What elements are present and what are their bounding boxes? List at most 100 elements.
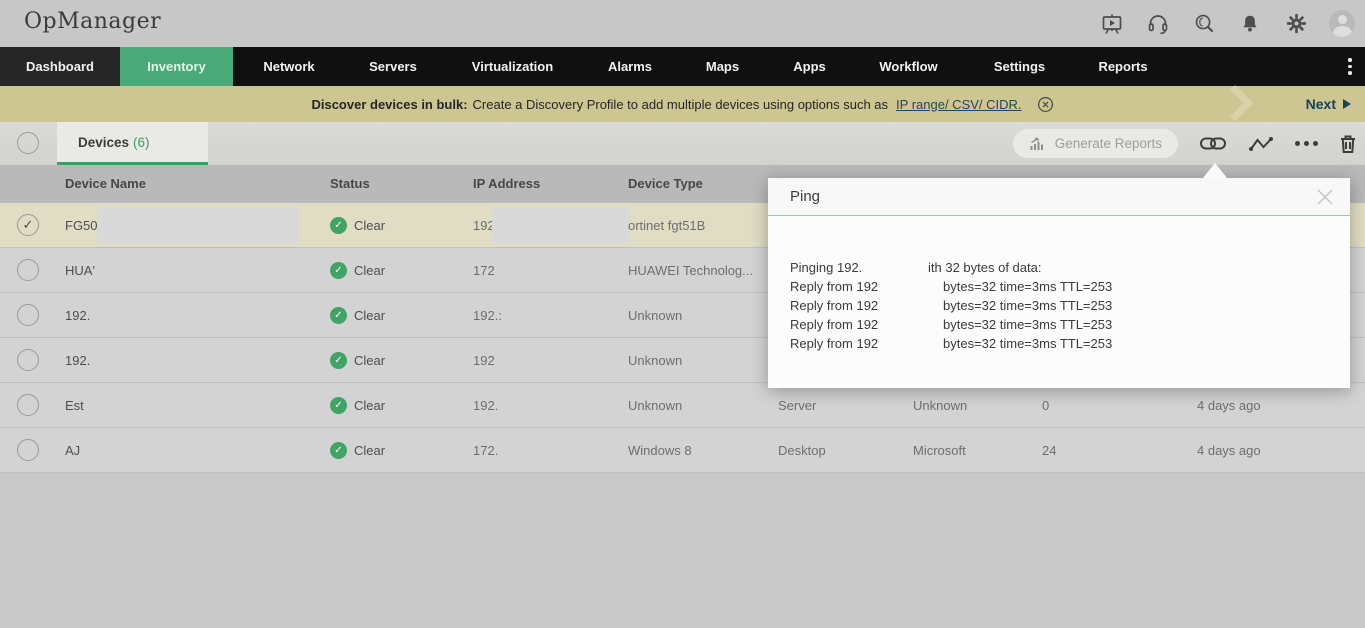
nav-maps[interactable]: Maps <box>676 47 769 86</box>
gear-icon[interactable] <box>1283 11 1309 37</box>
status-cell: Clear <box>330 248 385 293</box>
redaction-box <box>97 207 299 244</box>
age-cell: 4 days ago <box>1197 398 1261 413</box>
dialog-caret <box>1203 163 1227 178</box>
search-icon[interactable] <box>1191 11 1217 37</box>
device-name-cell[interactable]: Est <box>65 383 84 428</box>
status-label: Clear <box>354 398 386 413</box>
link-icon[interactable] <box>1199 134 1227 153</box>
ping-dialog: Ping Pinging 192. ith 32 bytes of data: R… <box>768 163 1350 388</box>
nav-servers[interactable]: Servers <box>345 47 441 86</box>
column-device-name[interactable]: Device Name <box>65 165 146 203</box>
status-cell: Clear <box>330 293 385 338</box>
banner-message: Discover devices in bulk: Create a Disco… <box>0 86 1365 122</box>
count-cell: 24 <box>1042 443 1057 458</box>
app-logo: OpManager <box>24 9 162 34</box>
clear-status-icon <box>330 307 347 324</box>
device-type-cell: Windows 8 <box>628 443 692 458</box>
main-nav: Dashboard Inventory Network Servers Virt… <box>0 47 1365 86</box>
row-checkbox[interactable] <box>17 214 39 236</box>
play-arrow-icon <box>1343 99 1351 109</box>
banner-text: Create a Discovery Profile to add multip… <box>472 96 889 112</box>
device-type-cell: Unknown <box>628 398 683 413</box>
avatar[interactable] <box>1329 10 1355 37</box>
ip-cell: 192.: <box>473 308 502 323</box>
row-checkbox[interactable] <box>17 349 39 371</box>
more-options-icon[interactable] <box>1295 141 1318 146</box>
category-cell: Desktop <box>778 443 826 458</box>
device-type-cell: ortinet fgt51B <box>628 218 706 233</box>
column-ip-address[interactable]: IP Address <box>473 165 540 203</box>
device-name-cell[interactable]: 192. <box>65 338 90 383</box>
status-label: Clear <box>354 353 386 368</box>
clear-status-icon <box>330 352 347 369</box>
nav-inventory[interactable]: Inventory <box>120 47 233 86</box>
column-status[interactable]: Status <box>330 165 370 203</box>
column-device-type[interactable]: Device Type <box>628 165 703 203</box>
ping-line: Reply from 192 bytes=32 time=3ms TTL=253 <box>790 279 1113 294</box>
nav-settings[interactable]: Settings <box>967 47 1072 86</box>
vendor-cell: Unknown <box>913 398 968 413</box>
dialog-title: Ping <box>790 188 821 205</box>
banner-link[interactable]: IP range/ CSV/ CIDR. <box>896 97 1021 112</box>
header-icons <box>1099 0 1355 47</box>
devices-tab-label: Devices <box>78 134 130 150</box>
generate-reports-label: Generate Reports <box>1054 136 1162 151</box>
row-checkbox[interactable] <box>17 304 39 326</box>
table-row[interactable]: Est Clear 192. Unknown Server Unknown 0 … <box>0 383 1365 428</box>
age-cell: 4 days ago <box>1197 443 1261 458</box>
presentation-icon[interactable] <box>1099 11 1125 37</box>
nav-reports[interactable]: Reports <box>1072 47 1174 86</box>
opmanager-app: OpManager Dashboard Inventory Network Se… <box>0 0 1365 628</box>
banner-next-button[interactable]: Next <box>1306 86 1351 122</box>
clear-status-icon <box>330 262 347 279</box>
status-cell: Clear <box>330 338 385 383</box>
status-label: Clear <box>354 308 386 323</box>
ip-cell: 192 <box>473 353 495 368</box>
clear-status-icon <box>330 217 347 234</box>
ping-line: Reply from 192 bytes=32 time=3ms TTL=253 <box>790 298 1113 313</box>
device-name-cell[interactable]: HUA' <box>65 248 95 293</box>
ping-line: Pinging 192. ith 32 bytes of data: <box>790 260 1042 275</box>
count-cell: 0 <box>1042 398 1050 413</box>
report-chart-icon <box>1029 136 1047 152</box>
clear-status-icon <box>330 442 347 459</box>
nav-workflow[interactable]: Workflow <box>850 47 967 86</box>
table-row[interactable]: AJ Clear 172. Windows 8 Desktop Microsof… <box>0 428 1365 473</box>
close-icon[interactable] <box>1314 186 1336 208</box>
headset-icon[interactable] <box>1145 11 1171 37</box>
select-all-checkbox[interactable] <box>17 132 39 154</box>
device-name-cell[interactable]: 192. <box>65 293 90 338</box>
device-name-cell[interactable]: FG50 <box>65 203 98 248</box>
generate-reports-button[interactable]: Generate Reports <box>1012 129 1178 158</box>
toolbar-actions: Generate Reports <box>1012 122 1357 165</box>
nav-overflow-icon[interactable] <box>1335 47 1365 86</box>
status-label: Clear <box>354 218 386 233</box>
device-type-cell: HUAWEI Technolog... <box>628 263 753 278</box>
sparkline-icon[interactable] <box>1248 135 1274 153</box>
bell-icon[interactable] <box>1237 11 1263 37</box>
nav-virtualization[interactable]: Virtualization <box>441 47 584 86</box>
toolbar: Devices (6) Generate Reports <box>0 122 1365 165</box>
devices-count-badge: (6) <box>133 134 150 150</box>
row-checkbox[interactable] <box>17 439 39 461</box>
nav-apps[interactable]: Apps <box>769 47 850 86</box>
device-name-cell[interactable]: AJ <box>65 428 80 473</box>
ping-line: Reply from 192 bytes=32 time=3ms TTL=253 <box>790 336 1113 351</box>
device-type-cell: Unknown <box>628 353 683 368</box>
tab-devices[interactable]: Devices (6) <box>57 122 208 165</box>
redaction-box <box>492 207 629 244</box>
nav-network[interactable]: Network <box>233 47 345 86</box>
delete-icon[interactable] <box>1339 134 1357 154</box>
ip-cell: 172. <box>473 443 499 458</box>
user-avatar-icon <box>1329 10 1355 37</box>
ping-output: Pinging 192. ith 32 bytes of data: Reply … <box>768 216 1350 353</box>
banner-close-icon[interactable] <box>1037 96 1054 113</box>
row-checkbox[interactable] <box>17 259 39 281</box>
device-type-cell: Unknown <box>628 308 683 323</box>
dialog-header: Ping <box>768 178 1350 216</box>
nav-alarms[interactable]: Alarms <box>584 47 676 86</box>
status-label: Clear <box>354 443 386 458</box>
row-checkbox[interactable] <box>17 394 39 416</box>
nav-dashboard[interactable]: Dashboard <box>0 47 120 86</box>
